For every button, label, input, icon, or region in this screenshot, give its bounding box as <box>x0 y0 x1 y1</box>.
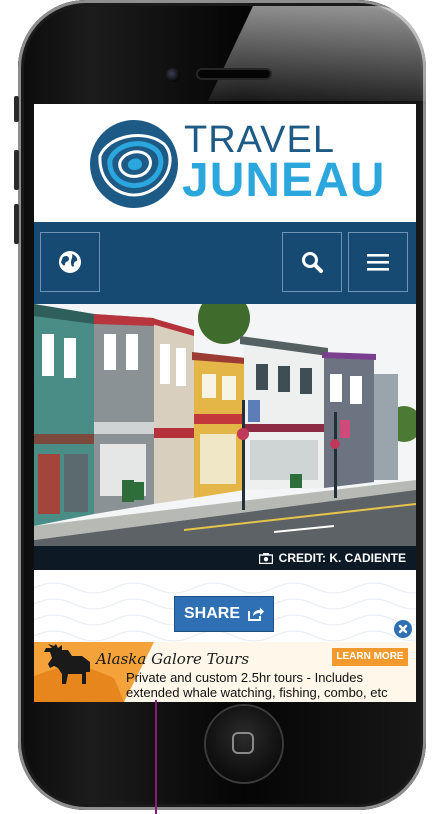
navigation-bar <box>34 222 416 304</box>
search-button[interactable] <box>282 232 342 292</box>
logo-text-juneau[interactable]: JUNEAU <box>182 156 385 206</box>
travel-juneau-logo-mark[interactable] <box>86 116 182 212</box>
share-button-label: SHARE <box>183 605 240 622</box>
menu-button[interactable] <box>348 232 408 292</box>
learn-more-button[interactable]: LEARN MORE <box>332 648 408 666</box>
hero-image <box>34 304 416 546</box>
share-button[interactable]: SHARE <box>174 596 274 632</box>
language-button[interactable] <box>40 232 100 292</box>
hamburger-menu-icon <box>367 254 389 271</box>
photo-credit-bar: CREDIT: K. CADIENTE <box>34 546 416 570</box>
ad-title: Alaska Galore Tours <box>96 650 250 668</box>
volume-up-button <box>14 150 19 190</box>
close-ad-button[interactable] <box>394 620 412 638</box>
search-icon <box>302 252 323 273</box>
downtown-street-photo <box>34 304 416 546</box>
screen-glare <box>208 6 433 101</box>
mute-switch <box>14 96 19 122</box>
ad-description: Private and custom 2.5hr tours - Include… <box>126 670 388 700</box>
camera-icon <box>258 552 273 564</box>
site-header: TRAVEL JUNEAU <box>34 104 416 222</box>
phone-screen: TRAVEL JUNEAU CREDIT: K. CADIENTE SHARE … <box>34 104 416 702</box>
cursor-pointer-line <box>155 700 157 814</box>
share-section: SHARE <box>34 570 416 642</box>
front-camera <box>166 68 180 82</box>
home-square-icon <box>232 732 254 754</box>
globe-icon <box>59 251 81 273</box>
moose-icon <box>44 644 90 684</box>
close-icon <box>398 624 408 634</box>
volume-down-button <box>14 204 19 244</box>
earpiece-speaker <box>198 70 270 78</box>
share-arrow-icon <box>248 607 264 621</box>
home-button[interactable] <box>206 706 282 782</box>
ad-banner[interactable]: Alaska Galore Tours LEARN MORE Private a… <box>34 642 416 702</box>
photo-credit-text: CREDIT: K. CADIENTE <box>278 551 406 565</box>
